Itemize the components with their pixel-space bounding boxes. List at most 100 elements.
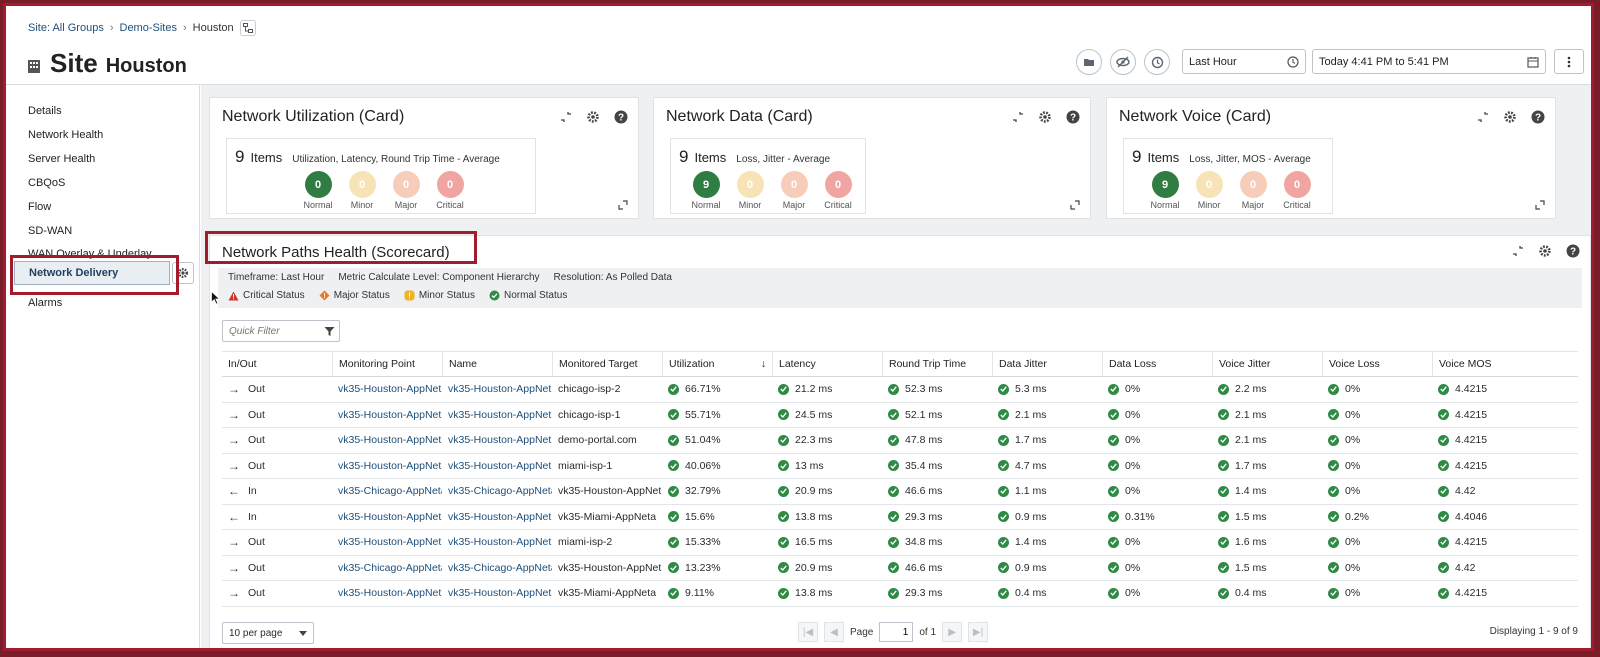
cell-monitoring-point[interactable]: vk35-Houston-AppNet — [332, 454, 442, 479]
sidebar-item-sd-wan[interactable]: SD-WAN — [28, 225, 72, 237]
help-icon[interactable]: ? — [1531, 110, 1545, 124]
column-header-name[interactable]: Name — [442, 352, 552, 376]
cell-name[interactable]: vk35-Houston-AppNet — [442, 377, 552, 402]
cell-monitoring-point[interactable]: vk35-Houston-AppNet — [332, 530, 442, 555]
quick-filter[interactable] — [222, 320, 340, 342]
column-header-round-trip-time[interactable]: Round Trip Time — [882, 352, 992, 376]
cell-name[interactable]: vk35-Chicago-AppNeta — [442, 479, 552, 504]
major-bubble[interactable]: 0 Major — [391, 171, 421, 210]
next-page-button[interactable]: ▶ — [942, 622, 963, 642]
column-header-monitoring-point[interactable]: Monitoring Point — [332, 352, 442, 376]
cell-monitoring-point[interactable]: vk35-Houston-AppNet — [332, 428, 442, 453]
expand-icon[interactable] — [1070, 200, 1080, 210]
major-bubble[interactable]: 0 Major — [1238, 171, 1268, 210]
stat-box[interactable]: 9 Items Loss, Jitter - Average 9 Normal 0… — [670, 138, 866, 214]
major-bubble[interactable]: 0 Major — [779, 171, 809, 210]
cell-name[interactable]: vk35-Houston-AppNet — [442, 428, 552, 453]
history-button[interactable] — [1144, 49, 1170, 75]
gear-icon[interactable] — [586, 110, 600, 124]
minor-bubble[interactable]: 0 Minor — [347, 171, 377, 210]
cell-monitoring-point[interactable]: vk35-Houston-AppNet — [332, 403, 442, 428]
cell-monitoring-point[interactable]: vk35-Chicago-AppNeta — [332, 556, 442, 581]
cell-data-jitter: 0.9 ms — [992, 556, 1102, 581]
per-page-select[interactable]: 10 per page — [222, 622, 314, 644]
sidebar-item-server-health[interactable]: Server Health — [28, 153, 95, 165]
table-row[interactable]: → Out vk35-Chicago-AppNeta vk35-Chicago-App… — [222, 556, 1578, 581]
column-header-data-loss[interactable]: Data Loss — [1102, 352, 1212, 376]
critical-bubble[interactable]: 0 Critical — [823, 171, 853, 210]
page-number-input[interactable] — [879, 622, 914, 642]
cell-name[interactable]: vk35-Houston-AppNet — [442, 505, 552, 530]
stat-box[interactable]: 9 Items Utilization, Latency, Round Trip… — [226, 138, 536, 214]
column-header-latency[interactable]: Latency — [772, 352, 882, 376]
quick-filter-input[interactable] — [229, 325, 321, 337]
sort-desc-icon[interactable]: ↓ — [761, 358, 766, 370]
table-row[interactable]: → Out vk35-Houston-AppNet vk35-Houston-AppN… — [222, 377, 1578, 403]
collapse-icon[interactable] — [1512, 245, 1524, 257]
critical-bubble[interactable]: 0 Critical — [1282, 171, 1312, 210]
more-menu-button[interactable] — [1554, 49, 1584, 74]
breadcrumb-demo-sites[interactable]: Demo-Sites — [120, 22, 177, 34]
cell-monitoring-point[interactable]: vk35-Houston-AppNet — [332, 377, 442, 402]
sidebar-item-network-health[interactable]: Network Health — [28, 129, 103, 141]
expand-icon[interactable] — [1535, 200, 1545, 210]
visibility-button[interactable] — [1110, 49, 1136, 75]
filter-icon[interactable] — [324, 326, 335, 337]
column-header-utilization[interactable]: Utilization ↓ — [662, 352, 772, 376]
table-row[interactable]: → Out vk35-Houston-AppNet vk35-Houston-AppN… — [222, 454, 1578, 479]
minor-bubble[interactable]: 0 Minor — [1194, 171, 1224, 210]
time-range-select[interactable]: Last Hour — [1182, 49, 1306, 74]
date-range-field[interactable]: Today 4:41 PM to 5:41 PM — [1312, 49, 1546, 74]
help-icon[interactable]: ? — [614, 110, 628, 124]
table-row[interactable]: → Out vk35-Houston-AppNet vk35-Houston-AppN… — [222, 428, 1578, 454]
cell-round-trip-time: 47.8 ms — [882, 428, 992, 453]
cell-name[interactable]: vk35-Houston-AppNet — [442, 454, 552, 479]
normal-bubble[interactable]: 0 Normal — [303, 171, 333, 210]
table-row[interactable]: ← In vk35-Chicago-AppNeta vk35-Chicago-AppN… — [222, 479, 1578, 505]
table-row[interactable]: → Out vk35-Houston-AppNet vk35-Houston-AppN… — [222, 581, 1578, 607]
sidebar-item-alarms[interactable]: Alarms — [28, 297, 62, 309]
collapse-icon[interactable] — [1012, 111, 1024, 123]
normal-status-icon — [1438, 383, 1449, 395]
cell-monitoring-point[interactable]: vk35-Houston-AppNet — [332, 581, 442, 606]
breadcrumb-site-group[interactable]: Site: All Groups — [28, 22, 104, 34]
cell-monitoring-point[interactable]: vk35-Chicago-AppNeta — [332, 479, 442, 504]
gear-icon[interactable] — [1538, 244, 1552, 258]
gear-icon[interactable] — [1038, 110, 1052, 124]
table-row[interactable]: → Out vk35-Houston-AppNet vk35-Houston-AppN… — [222, 403, 1578, 428]
column-header-in-out[interactable]: In/Out — [222, 352, 332, 376]
first-page-button[interactable]: |◀ — [798, 622, 818, 642]
minor-bubble[interactable]: 0 Minor — [735, 171, 765, 210]
page-name: Houston — [105, 55, 187, 77]
hierarchy-icon[interactable] — [239, 20, 256, 36]
stat-box[interactable]: 9 Items Loss, Jitter, MOS - Average 9 Nor… — [1123, 138, 1333, 214]
help-icon[interactable]: ? — [1566, 244, 1580, 258]
table-row[interactable]: → Out vk35-Houston-AppNet vk35-Houston-AppN… — [222, 530, 1578, 556]
table-row[interactable]: ← In vk35-Houston-AppNet vk35-Houston-AppNe… — [222, 505, 1578, 530]
cell-name[interactable]: vk35-Houston-AppNet — [442, 530, 552, 555]
column-header-voice-mos[interactable]: Voice MOS — [1432, 352, 1578, 376]
cell-monitoring-point[interactable]: vk35-Houston-AppNet — [332, 505, 442, 530]
normal-bubble[interactable]: 9 Normal — [1150, 171, 1180, 210]
gear-icon[interactable] — [1503, 110, 1517, 124]
help-icon[interactable]: ? — [1066, 110, 1080, 124]
collapse-icon[interactable] — [560, 111, 572, 123]
last-page-button[interactable]: ▶| — [968, 622, 989, 642]
collapse-icon[interactable] — [1477, 111, 1489, 123]
cell-name[interactable]: vk35-Chicago-AppNeta — [442, 556, 552, 581]
normal-bubble[interactable]: 9 Normal — [691, 171, 721, 210]
expand-icon[interactable] — [618, 200, 628, 210]
sidebar-item-cbqos[interactable]: CBQoS — [28, 177, 65, 189]
column-header-voice-loss[interactable]: Voice Loss — [1322, 352, 1432, 376]
column-header-voice-jitter[interactable]: Voice Jitter — [1212, 352, 1322, 376]
prev-page-button[interactable]: ◀ — [824, 622, 844, 642]
sidebar-item-details[interactable]: Details — [28, 105, 62, 117]
column-header-monitored-target[interactable]: Monitored Target — [552, 352, 662, 376]
critical-bubble[interactable]: 0 Critical — [435, 171, 465, 210]
sidebar-item-flow[interactable]: Flow — [28, 201, 51, 213]
column-header-data-jitter[interactable]: Data Jitter — [992, 352, 1102, 376]
folder-button[interactable] — [1076, 49, 1102, 75]
normal-status-icon — [998, 587, 1009, 599]
cell-name[interactable]: vk35-Houston-AppNet — [442, 581, 552, 606]
cell-name[interactable]: vk35-Houston-AppNet — [442, 403, 552, 428]
